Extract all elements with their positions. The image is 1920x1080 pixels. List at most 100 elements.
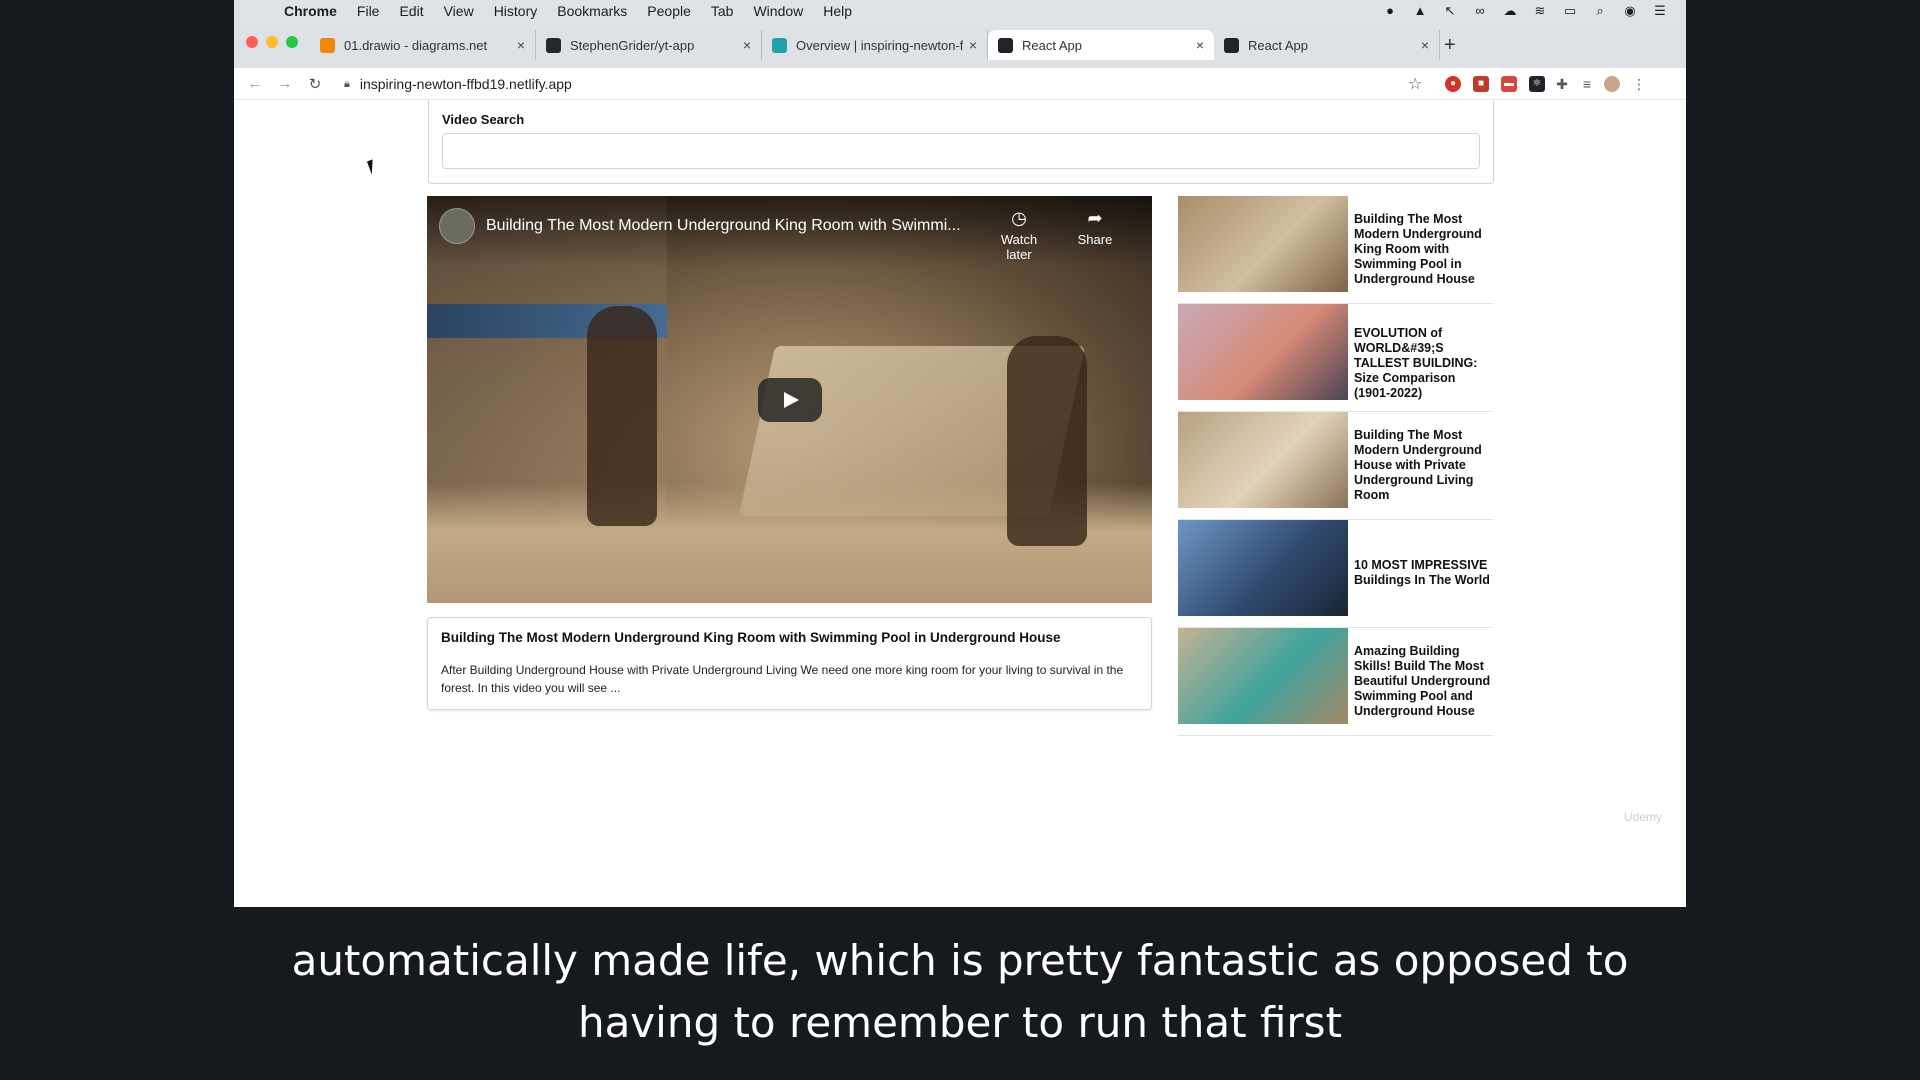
subtitle-caption: automatically made life, which is pretty… — [0, 930, 1920, 1054]
video-list-item[interactable]: Building The Most Modern Underground Kin… — [1178, 196, 1493, 304]
reload-icon[interactable]: ↻ — [300, 75, 330, 93]
tab-close-icon[interactable]: × — [1196, 37, 1204, 53]
browser-window: 01.drawio - diagrams.net × StephenGrider/y… — [234, 22, 1686, 907]
menu-history[interactable]: History — [494, 3, 538, 19]
channel-avatar[interactable] — [439, 208, 475, 244]
extension-icon-2[interactable]: ■ — [1473, 76, 1489, 92]
video-thumbnail[interactable] — [1178, 412, 1348, 508]
status-app-icon[interactable]: ● — [1382, 4, 1398, 18]
watch-later-button[interactable]: ◷ Watch later — [989, 208, 1049, 262]
extensions-puzzle-icon[interactable]: ✚ — [1554, 76, 1570, 92]
menu-window[interactable]: Window — [753, 3, 803, 19]
bookmark-star-icon[interactable]: ☆ — [1408, 74, 1422, 94]
tab-close-icon[interactable]: × — [517, 37, 525, 53]
close-window-button[interactable] — [246, 36, 258, 48]
video-list-item-title[interactable]: EVOLUTION of WORLD&#39;S TALLEST BUILDIN… — [1354, 326, 1492, 401]
tab-favicon-icon — [1224, 37, 1239, 53]
tab-title: React App — [1022, 37, 1082, 53]
caption-line-2: having to remember to run that first — [577, 998, 1343, 1047]
tab-strip: 01.drawio - diagrams.net × StephenGrider/y… — [234, 22, 1686, 68]
share-label: Share — [1077, 232, 1113, 247]
back-icon[interactable]: ← — [240, 75, 270, 92]
menu-help[interactable]: Help — [823, 3, 852, 19]
play-button-icon[interactable] — [758, 378, 822, 422]
menu-bookmarks[interactable]: Bookmarks — [557, 3, 627, 19]
forward-icon[interactable]: → — [270, 75, 300, 92]
tab-favicon-icon — [320, 37, 335, 53]
tab-favicon-icon — [546, 37, 561, 53]
tab-title: Overview | inspiring-newton-ff — [796, 37, 963, 53]
caption-line-1: automatically made life, which is pretty… — [291, 936, 1629, 985]
lock-icon[interactable]: 🔒︎ — [344, 78, 350, 91]
video-search-input[interactable] — [442, 133, 1480, 169]
video-list-item-title[interactable]: 10 MOST IMPRESSIVE Buildings In The Worl… — [1354, 558, 1492, 588]
cloud-icon[interactable]: ☁ — [1502, 4, 1518, 18]
cursor-tool-icon[interactable]: ↖ — [1442, 4, 1458, 18]
watch-later-label: Watch later — [1000, 232, 1038, 262]
menu-edit[interactable]: Edit — [399, 3, 423, 19]
search-bar-segment: Video Search — [428, 100, 1494, 184]
menu-view[interactable]: View — [444, 3, 474, 19]
tab-close-icon[interactable]: × — [1421, 37, 1429, 53]
macos-menu-bar: Chrome File Edit View History Bookmarks … — [234, 0, 1686, 22]
menu-app-name[interactable]: Chrome — [284, 3, 337, 19]
video-detail-description: After Building Underground House with Pr… — [441, 663, 1124, 695]
browser-tab[interactable]: Overview | inspiring-newton-ff × — [762, 30, 988, 60]
video-list-item[interactable]: 10 MOST IMPRESSIVE Buildings In The Worl… — [1178, 520, 1493, 628]
media-queue-icon[interactable]: ≡ — [1579, 76, 1595, 92]
search-label: Video Search — [442, 112, 525, 127]
tab-favicon-icon — [998, 37, 1013, 53]
share-icon: ➦ — [1087, 208, 1103, 228]
menu-file[interactable]: File — [357, 3, 380, 19]
tab-close-icon[interactable]: × — [969, 37, 977, 53]
video-list-item-title[interactable]: Building The Most Modern Underground Hou… — [1354, 428, 1492, 503]
tab-close-icon[interactable]: × — [743, 37, 751, 53]
docker-icon[interactable]: ▲ — [1412, 4, 1428, 18]
extension-icon-1[interactable]: ● — [1445, 76, 1461, 92]
video-thumbnail[interactable] — [1178, 196, 1348, 292]
video-player[interactable]: Building The Most Modern Underground Kin… — [427, 196, 1152, 603]
udemy-watermark: Udemy — [1624, 810, 1663, 824]
new-tab-button[interactable]: + — [1444, 34, 1456, 57]
status-icons: ● ▲ ↖ ∞ ☁ ≋ ▭ ⌕ ◉ ☰ — [1382, 4, 1668, 18]
extension-icon-3[interactable]: ▬ — [1501, 76, 1517, 92]
react-devtools-icon[interactable]: ⚛ — [1529, 76, 1545, 92]
notification-center-icon[interactable]: ☰ — [1652, 4, 1668, 18]
tab-title: 01.drawio - diagrams.net — [344, 37, 488, 53]
siri-icon[interactable]: ◉ — [1622, 4, 1638, 18]
address-bar[interactable]: 🔒︎ inspiring-newton-ffbd19.netlify.app — [344, 72, 1344, 96]
video-thumbnail[interactable] — [1178, 628, 1348, 724]
browser-tab[interactable]: StephenGrider/yt-app × — [536, 30, 762, 60]
window-controls — [246, 36, 298, 48]
video-detail: Building The Most Modern Underground Kin… — [427, 617, 1152, 710]
tab-title: React App — [1248, 37, 1308, 53]
video-list-item[interactable]: Building The Most Modern Underground Hou… — [1178, 412, 1493, 520]
chrome-menu-icon[interactable]: ⋮ — [1631, 76, 1647, 92]
clock-icon: ◷ — [1011, 208, 1027, 228]
video-list-item[interactable]: EVOLUTION of WORLD&#39;S TALLEST BUILDIN… — [1178, 304, 1493, 412]
video-detail-title: Building The Most Modern Underground Kin… — [441, 630, 1061, 645]
video-list-item[interactable]: Amazing Building Skills! Build The Most … — [1178, 628, 1493, 736]
browser-tab[interactable]: 01.drawio - diagrams.net × — [310, 30, 536, 60]
tabs: 01.drawio - diagrams.net × StephenGrider/y… — [310, 30, 1440, 60]
video-list-item-title[interactable]: Amazing Building Skills! Build The Most … — [1354, 644, 1492, 719]
browser-tab[interactable]: React App × — [1214, 30, 1440, 60]
address-url[interactable]: inspiring-newton-ffbd19.netlify.app — [360, 76, 572, 92]
share-button[interactable]: ➦ Share — [1065, 208, 1125, 247]
zoom-window-button[interactable] — [286, 36, 298, 48]
wifi-icon[interactable]: ≋ — [1532, 4, 1548, 18]
player-video-title[interactable]: Building The Most Modern Underground Kin… — [486, 217, 961, 235]
player-frame-worker-left — [587, 306, 657, 526]
battery-icon[interactable]: ▭ — [1562, 4, 1578, 18]
video-thumbnail[interactable] — [1178, 304, 1348, 400]
video-list-item-title[interactable]: Building The Most Modern Underground Kin… — [1354, 212, 1492, 287]
page-content: Video Search Building The Most Modern Un… — [234, 100, 1686, 907]
menu-people[interactable]: People — [647, 3, 691, 19]
browser-tab[interactable]: React App × — [988, 30, 1214, 60]
spotlight-search-icon[interactable]: ⌕ — [1592, 4, 1608, 18]
minimize-window-button[interactable] — [266, 36, 278, 48]
menu-tab[interactable]: Tab — [711, 3, 734, 19]
video-thumbnail[interactable] — [1178, 520, 1348, 616]
glasses-icon[interactable]: ∞ — [1472, 4, 1488, 18]
profile-avatar[interactable] — [1604, 76, 1620, 92]
